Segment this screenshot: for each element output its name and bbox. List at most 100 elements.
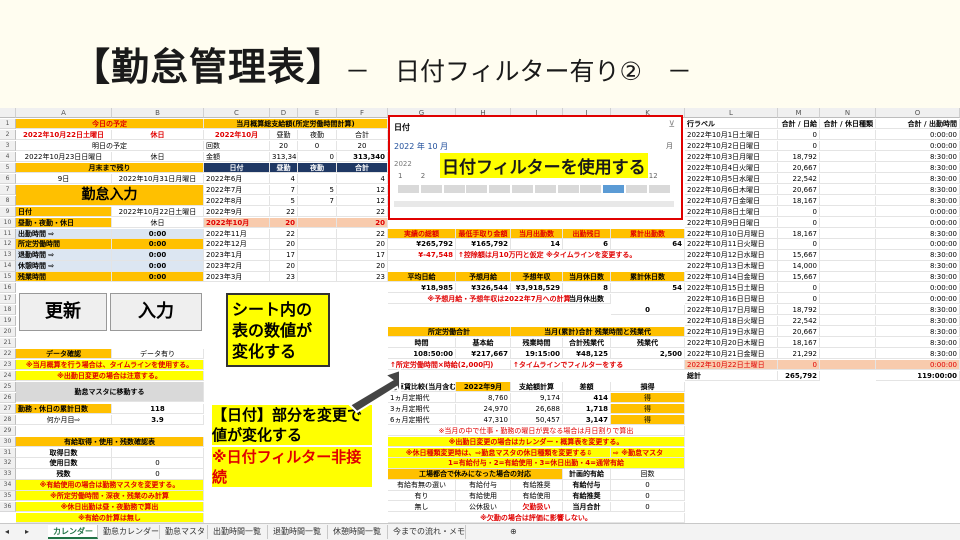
pivot-cell[interactable]: 15,667 bbox=[778, 250, 820, 261]
month-table-cell[interactable]: 2023年2月 bbox=[204, 261, 270, 272]
pivot-cell[interactable]: 2022年10月1日土曜日 bbox=[685, 129, 778, 141]
month-table-cell[interactable] bbox=[298, 206, 337, 217]
pivot-cell[interactable]: 2022年10月16日日曜日 bbox=[685, 294, 778, 305]
attendance-row-value[interactable]: 0:00 bbox=[112, 261, 204, 272]
today-label[interactable]: 今日の予定 bbox=[16, 119, 204, 130]
month-table-cell[interactable]: 5 bbox=[298, 184, 337, 195]
column-header[interactable]: L bbox=[685, 108, 778, 118]
pivot-cell[interactable]: 18,167 bbox=[778, 338, 820, 349]
column-header[interactable]: D bbox=[270, 108, 298, 118]
filter-scrollbar[interactable] bbox=[394, 201, 674, 207]
commute-header[interactable]: 差額 bbox=[563, 381, 611, 392]
pivot-cell[interactable]: 8:30:00 bbox=[876, 195, 960, 206]
pivot-cell[interactable]: 0:00:00 bbox=[876, 283, 960, 294]
pivot-cell[interactable]: 8:30:00 bbox=[876, 348, 960, 360]
factory-cell[interactable]: 有り bbox=[388, 491, 456, 502]
commute-cell[interactable]: 47,310 bbox=[456, 414, 511, 425]
paid-note[interactable]: ※有給の計算は無し bbox=[16, 513, 204, 524]
row-header[interactable]: 3 bbox=[0, 140, 16, 152]
type-value[interactable]: 休日 bbox=[112, 217, 204, 228]
labor-value[interactable]: ¥48,125 bbox=[563, 348, 611, 360]
pivot-cell[interactable]: 0:00:00 bbox=[876, 294, 960, 305]
row-header[interactable]: 23 bbox=[0, 359, 16, 371]
attendance-row-value[interactable]: 0:00 bbox=[112, 228, 204, 239]
sheet-tab[interactable]: 出勤時間一覧 bbox=[208, 525, 268, 539]
change-note[interactable]: 1=有給付与・2=有給使用・3=休日出勤・4=通常有給 bbox=[388, 458, 685, 469]
pivot-cell[interactable] bbox=[820, 294, 876, 305]
sheet-tab[interactable]: 休憩時間一覧 bbox=[328, 525, 388, 539]
commute-cell[interactable]: 3,147 bbox=[563, 414, 611, 425]
date-value[interactable]: 2022年10月22日土曜日 bbox=[112, 206, 204, 217]
labor-header[interactable]: 時間 bbox=[388, 338, 456, 349]
timeline-month-bar[interactable] bbox=[580, 185, 602, 193]
amount-label[interactable]: 金額 bbox=[204, 151, 270, 163]
column-header[interactable]: F bbox=[337, 108, 388, 118]
master-link[interactable]: ⇨ ※勤怠マスタ bbox=[611, 447, 685, 458]
forecast-header[interactable]: 平均日給 bbox=[388, 272, 456, 283]
months-value[interactable]: 3.9 bbox=[112, 414, 204, 425]
pivot-cell[interactable]: 8:30:00 bbox=[876, 151, 960, 163]
summary-header[interactable]: 累計出勤数 bbox=[611, 228, 685, 239]
pivot-cell[interactable]: 0:00:00 bbox=[876, 239, 960, 250]
summary-header[interactable]: 最低手取り金額 bbox=[456, 228, 511, 239]
month-table-cell[interactable]: 2022年11月 bbox=[204, 228, 270, 239]
timeline-month-bar[interactable] bbox=[648, 185, 670, 193]
month-table-cell[interactable]: 2022年8月 bbox=[204, 195, 270, 206]
pivot-cell[interactable]: 18,792 bbox=[778, 305, 820, 316]
row-header[interactable]: 15 bbox=[0, 272, 16, 283]
month-table-cell[interactable]: 2023年3月 bbox=[204, 272, 270, 283]
pivot-header[interactable]: 合計 / 日給 bbox=[778, 119, 820, 130]
column-header[interactable]: N bbox=[820, 108, 876, 118]
summary-value[interactable]: ¥265,792 bbox=[388, 239, 456, 250]
paid-note[interactable]: ※所定労働時間・深夜・残業のみ計算 bbox=[16, 491, 204, 502]
pivot-cell[interactable] bbox=[820, 272, 876, 283]
tomorrow-date[interactable]: 2022年10月23日日曜日 bbox=[16, 151, 112, 163]
paid-note[interactable]: ※有給使用の場合は勤務マスタを変更する。 bbox=[16, 480, 204, 491]
pivot-cell[interactable]: 2022年10月21日金曜日 bbox=[685, 348, 778, 360]
month-table-cell[interactable]: 22 bbox=[337, 206, 388, 217]
row-header[interactable]: 16 bbox=[0, 283, 16, 294]
date-label[interactable]: 日付 bbox=[16, 206, 112, 217]
attendance-row-label[interactable]: 残業時間 bbox=[16, 272, 112, 283]
factory-cell[interactable]: 無し bbox=[388, 502, 456, 513]
summary-value[interactable]: 6 bbox=[563, 239, 611, 250]
pivot-cell[interactable]: 20,667 bbox=[778, 162, 820, 173]
tomorrow-label[interactable]: 明日の予定 bbox=[16, 140, 204, 152]
attendance-row-value[interactable]: 0:00 bbox=[112, 250, 204, 261]
labor-value[interactable]: 19:15:00 bbox=[511, 348, 563, 360]
commute-cell[interactable]: 24,970 bbox=[456, 403, 511, 414]
pivot-cell[interactable] bbox=[820, 261, 876, 272]
change-note[interactable]: ※休日種類変更時は、⇨勤怠マスタの休日種類を変更する⇩ bbox=[388, 447, 611, 458]
pivot-cell[interactable]: 8:30:00 bbox=[876, 162, 960, 173]
month-table-cell[interactable]: 2023年1月 bbox=[204, 250, 270, 261]
row-header[interactable]: 8 bbox=[0, 195, 16, 206]
pivot-cell[interactable]: 8:30:00 bbox=[876, 173, 960, 184]
commute-cell[interactable]: 26,688 bbox=[511, 403, 563, 414]
pivot-cell[interactable]: 0 bbox=[778, 129, 820, 141]
forecast-value[interactable]: ¥3,918,529 bbox=[511, 283, 563, 294]
timeline-month-bar[interactable] bbox=[557, 185, 579, 193]
timeline-month-bar[interactable] bbox=[398, 185, 419, 193]
commute-cell[interactable]: 414 bbox=[563, 392, 611, 403]
pivot-cell[interactable]: 2022年10月3日月曜日 bbox=[685, 151, 778, 163]
factory-cell[interactable]: 有給有無の選い bbox=[388, 480, 456, 491]
column-header[interactable]: O bbox=[876, 108, 960, 118]
pivot-cell[interactable]: 2022年10月10日月曜日 bbox=[685, 228, 778, 239]
row-header[interactable]: 32 bbox=[0, 458, 16, 469]
forecast-value[interactable]: ¥18,985 bbox=[388, 283, 456, 294]
pivot-cell[interactable]: 2022年10月19日水曜日 bbox=[685, 327, 778, 338]
column-header[interactable]: M bbox=[778, 108, 820, 118]
month-table-cell[interactable]: 2022年12月 bbox=[204, 239, 270, 250]
month-table-cell[interactable]: 7 bbox=[270, 184, 298, 195]
month-table-cell[interactable]: 20 bbox=[270, 239, 298, 250]
month-table-cell[interactable]: 20 bbox=[337, 217, 388, 228]
pivot-cell[interactable]: 21,292 bbox=[778, 348, 820, 360]
month-table-cell[interactable]: 20 bbox=[270, 217, 298, 228]
input-button[interactable]: 入力 bbox=[110, 293, 202, 331]
change-note[interactable]: ※出勤日変更の場合はカレンダー・概算表を変更する。 bbox=[388, 436, 685, 447]
commute-cell[interactable]: 得 bbox=[611, 392, 685, 403]
count-label[interactable]: 回数 bbox=[204, 140, 270, 152]
month-table-cell[interactable]: 22 bbox=[337, 228, 388, 239]
timeline-month-bar[interactable] bbox=[489, 185, 511, 193]
factory-cell[interactable]: 0 bbox=[611, 480, 685, 491]
